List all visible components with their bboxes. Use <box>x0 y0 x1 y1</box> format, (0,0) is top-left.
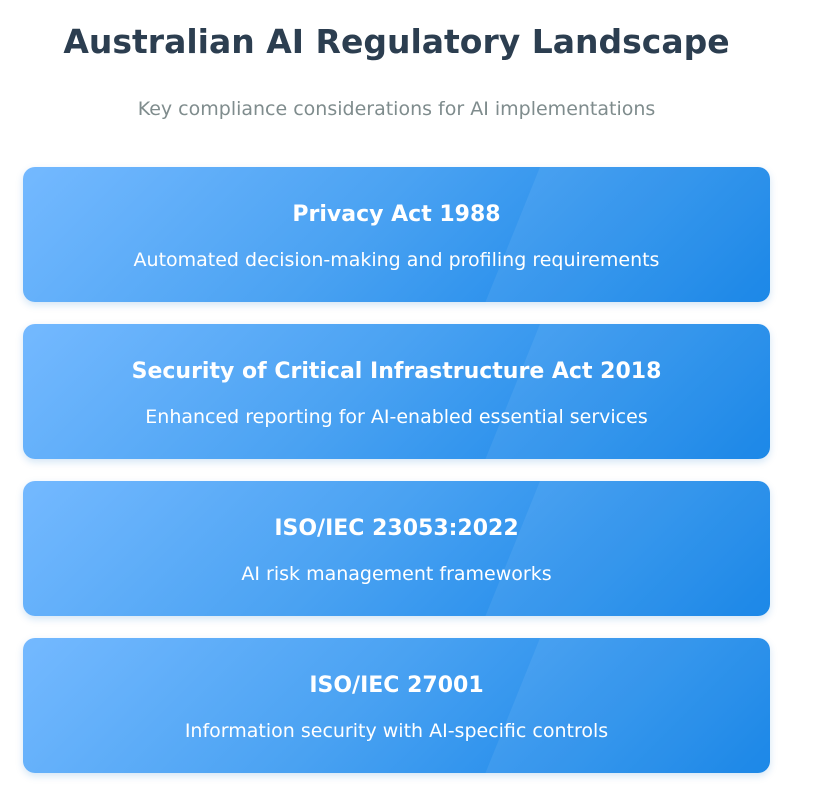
card-description: AI risk management frameworks <box>241 563 552 585</box>
regulation-card-list: Privacy Act 1988 Automated decision-maki… <box>23 167 770 795</box>
regulation-card-privacy-act: Privacy Act 1988 Automated decision-maki… <box>23 167 770 302</box>
card-description: Automated decision-making and profiling … <box>133 249 660 271</box>
regulation-card-soci-act: Security of Critical Infrastructure Act … <box>23 324 770 459</box>
card-description: Enhanced reporting for AI-enabled essent… <box>145 406 648 428</box>
regulation-card-iso-23053: ISO/IEC 23053:2022 AI risk management fr… <box>23 481 770 616</box>
page: Australian AI Regulatory Landscape Key c… <box>0 0 813 780</box>
page-subtitle: Key compliance considerations for AI imp… <box>137 98 656 120</box>
regulation-card-iso-27001: ISO/IEC 27001 Information security with … <box>23 638 770 773</box>
card-description: Information security with AI-specific co… <box>184 720 609 742</box>
card-title: Privacy Act 1988 <box>292 202 501 227</box>
card-title: Security of Critical Infrastructure Act … <box>131 359 662 384</box>
card-title: ISO/IEC 27001 <box>309 673 484 698</box>
page-title: Australian AI Regulatory Landscape <box>63 22 730 61</box>
card-title: ISO/IEC 23053:2022 <box>274 516 519 541</box>
